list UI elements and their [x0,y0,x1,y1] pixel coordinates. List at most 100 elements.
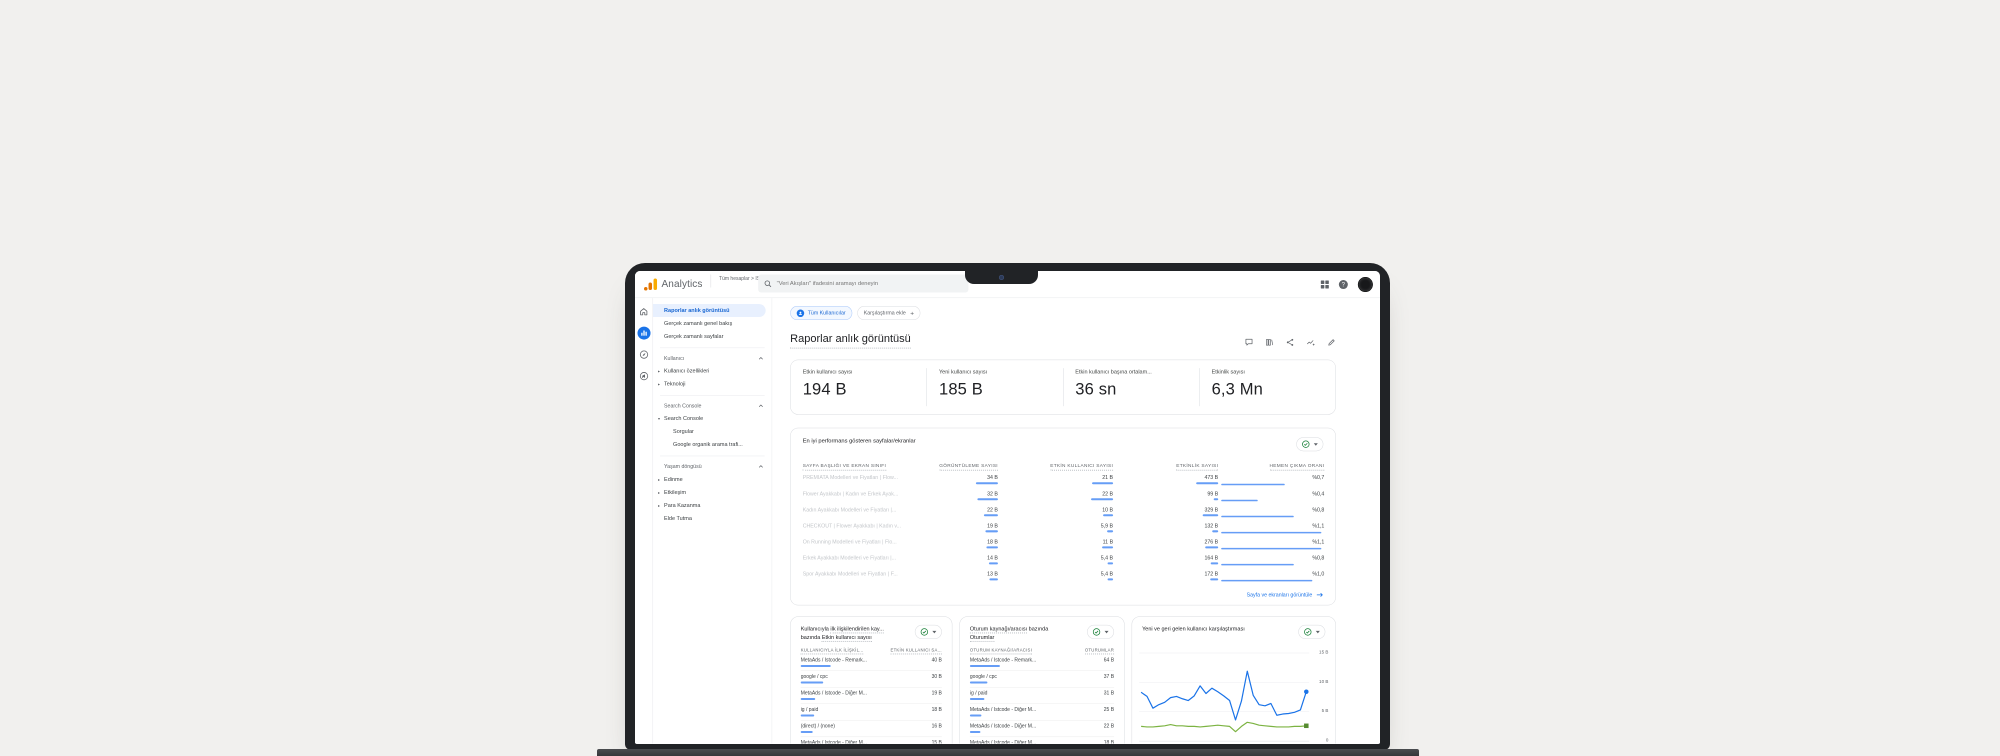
library-icon[interactable] [1265,338,1274,347]
plus-icon: + [910,309,915,317]
add-comparison-chip[interactable]: Karşılaştırma ekle + [857,306,921,321]
sidebar-item[interactable]: Elde Tutma [653,512,772,525]
table-row[interactable]: Kadın Ayakkabı Modelleri ve Fiyatları |.… [803,505,1324,519]
sidebar-item[interactable]: Gerçek zamanlı genel bakış [653,317,772,330]
cell-value: 22 B [1102,490,1114,497]
source-value: 31 B [1103,690,1115,697]
column-header[interactable]: ETKİN KULLANICI SAYISI [998,463,1114,471]
search-icon [764,280,772,287]
search-bar[interactable] [758,274,969,293]
value-bar [1091,498,1114,501]
table-row[interactable]: Spor Ayakkabı Modelleri ve Fiyatları | F… [803,569,1324,583]
bounce-bar [1221,483,1285,486]
value-bar [800,664,831,667]
value-bar [800,714,815,717]
sidebar-item[interactable]: ▸ Para Kazanma [653,499,772,512]
reports-icon[interactable] [637,326,651,340]
sidebar-section-header[interactable]: Yaşam döngüsü [653,461,772,473]
cell-value: 14 B [987,554,998,561]
list-item[interactable]: MetaAds / Istcode - Remark... 64 B [969,654,1115,671]
data-quality-badge[interactable] [1087,624,1115,639]
source-value: 30 B [931,673,942,680]
table-row[interactable]: Erkek Ayakkabı Modelleri ve Fiyatları |.… [803,553,1324,567]
sidebar-item[interactable]: ▸ Etkileşim [653,486,772,499]
all-users-chip-icon [796,309,805,317]
list-item[interactable]: MetaAds / Istcode - Remark... 40 B [800,654,942,671]
search-input[interactable] [776,280,963,287]
list-item[interactable]: MetaAds / Istcode - Diğer M... 25 B [969,704,1115,721]
column-header[interactable]: ETKİNLİK SAYISI [1113,463,1219,471]
all-users-chip[interactable]: Tüm Kullanıcılar [790,306,853,321]
sidebar-item[interactable]: ▾ Search Console [653,412,772,425]
table-row[interactable]: Flower Ayakkabı | Kadın ve Erkek Ayak...… [803,489,1324,503]
metric-label: Etkinlik sayısı [1211,369,1245,376]
help-icon[interactable]: ? [1338,280,1348,290]
view-pages-link[interactable]: Sayfa ve ekranları görüntüle [1247,592,1313,598]
cell-value: 32 B [987,490,998,497]
list-item[interactable]: ig / paid 18 B [800,704,942,721]
value-bar [975,482,998,485]
data-quality-badge[interactable] [914,624,942,639]
apps-grid-icon[interactable] [1320,280,1329,289]
bounce-bar [1221,563,1294,566]
source-value: 37 B [1103,673,1115,680]
customize-icon[interactable] [1327,338,1336,347]
sidebar-item[interactable]: Google organik arama trafi... [653,438,772,451]
source-label: MetaAds / Istcode - Remark... [969,657,1037,663]
first-user-source-card: Kullanıcıyla ilk ilişkilendirilen kay...… [790,616,953,744]
sidebar-item[interactable]: ▸ Kullanıcı özellikleri [653,365,772,378]
metric-value-cell: 99 B [1113,489,1219,501]
sidebar-section-header[interactable]: Search Console [653,400,772,412]
sidebar-section-header[interactable]: Kullanıcı [653,353,772,365]
analytics-logo-icon[interactable] [644,278,658,291]
value-bar [983,514,998,517]
table-row[interactable]: CHECKOUT | Flower Ayakkabı | Kadın v... 1… [803,521,1324,535]
advertising-icon[interactable] [637,370,650,383]
list-item[interactable]: MetaAds / Istcode - Diğer M... 22 B [969,721,1115,738]
source-value: 19 B [931,690,942,697]
share-icon[interactable] [1286,338,1295,347]
cell-value: 10 B [1102,506,1114,513]
sidebar-item[interactable]: Sorgular [653,425,772,438]
metric-value-cell: 14 B [928,553,998,565]
list-item[interactable]: google / cpc 37 B [969,671,1115,688]
home-icon[interactable] [637,305,650,318]
first-user-source-title: Kullanıcıyla ilk ilişkilendirilen kay...… [800,625,884,642]
sidebar-item[interactable]: ▸ Teknoloji [653,378,772,391]
sidebar-item[interactable]: Raporlar anlık görüntüsü [653,304,766,318]
page-title-cell: On Running Modelleri ve Fiyatları | Flo.… [802,538,897,545]
list-item[interactable]: MetaAds / Istcode - Diğer M... 18 B [970,737,1114,744]
data-quality-badge[interactable] [1296,437,1324,452]
list-item[interactable]: MetaAds / Istcode - Diğer M... 15 B [801,737,942,744]
data-quality-badge[interactable] [1298,624,1326,639]
column-header[interactable]: HEMEN ÇIKMA ORANI [1218,463,1325,471]
cell-value: 18 B [987,538,998,545]
table-row[interactable]: On Running Modelleri ve Fiyatları | Flo.… [803,537,1324,551]
explore-icon[interactable] [637,348,650,361]
cell-value: 5,9 B [1100,522,1114,529]
sidebar-item[interactable]: Gerçek zamanlı sayfalar [653,330,772,343]
metric-value: 36 sn [1075,379,1117,399]
column-header[interactable]: SAYFA BAŞLIĞI VE EKRAN SINIFI [802,463,928,471]
source-label: ig / paid [969,690,988,697]
table-row[interactable]: PREMIATA Modelleri ve Fiyatları | Flow..… [803,473,1324,487]
account-avatar[interactable] [1357,277,1373,293]
page-title-cell: PREMIATA Modelleri ve Fiyatları | Flow..… [802,474,898,481]
metric-value-cell: 32 B [928,489,998,501]
laptop-screen: Analytics Tüm hesaplar > ISTCODE ? [635,271,1380,744]
column-header[interactable]: GÖRÜNTÜLEME SAYISI [928,463,998,471]
list-item[interactable]: MetaAds / Istcode - Diğer M... 19 B [800,687,942,705]
nav-rail [635,298,654,744]
feedback-icon[interactable] [1245,338,1254,347]
list-item[interactable]: ig / paid 31 B [969,687,1115,705]
all-users-chip-label: Tüm Kullanıcılar [807,310,846,317]
bounce-rate-cell: %0,4 [1218,489,1324,502]
sidebar-item[interactable]: ▸ Edinme [653,473,772,486]
list-item[interactable]: (direct) / (none) 16 B [800,721,942,738]
list-item[interactable]: google / cpc 30 B [800,671,942,688]
session-source-columns: OTURUM KAYNAĞI/ARACISI OTURUMLAR [969,647,1115,655]
value-bar [969,681,988,684]
source-value: 25 B [1103,707,1115,713]
metric-value-cell: 5,9 B [998,521,1114,533]
insights-icon[interactable] [1306,338,1315,347]
